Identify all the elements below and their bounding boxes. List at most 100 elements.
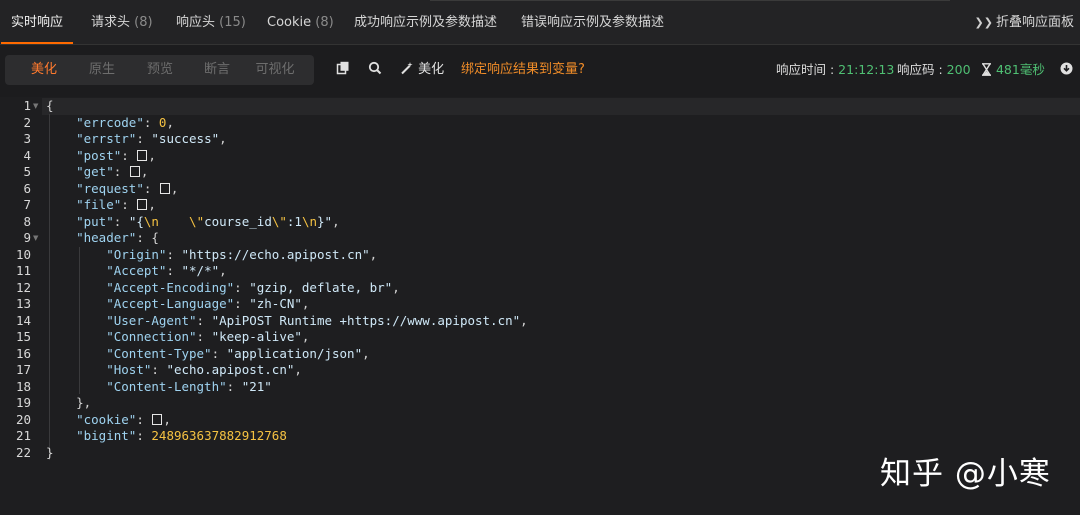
bind-response-to-variable-link[interactable]: 绑定响应结果到变量?: [461, 55, 585, 85]
line-number: 21: [15, 428, 31, 443]
json-string: "21": [241, 378, 272, 394]
code-line: "errstr": "success",: [76, 131, 227, 146]
json-string: "echo.apipost.cn": [166, 362, 295, 377]
code-line: "Connection": "keep-alive",: [106, 329, 310, 344]
tab-realtime-response[interactable]: 实时响应: [0, 0, 74, 44]
tab-request-headers[interactable]: 请求头 (8): [91, 0, 153, 44]
code-line: "get": ,: [76, 164, 149, 179]
line-number: 12: [15, 279, 31, 295]
json-string: :1: [286, 213, 302, 229]
code-line: "cookie": ,: [76, 411, 171, 427]
tab-success-example[interactable]: 成功响应示例及参数描述: [354, 0, 497, 44]
empty-array-icon[interactable]: [152, 413, 163, 425]
code-line: "Accept-Language": "zh-CN",: [106, 296, 310, 311]
json-key: "put": [76, 213, 114, 229]
json-string: [159, 214, 189, 229]
tab-cookie[interactable]: Cookie (8): [267, 0, 334, 44]
code-line: "User-Agent": "ApiPOST Runtime +https://…: [106, 312, 528, 328]
collapse-panel-button[interactable]: ❯❯ 折叠响应面板: [975, 0, 1074, 44]
tab-count: (8): [315, 15, 334, 30]
tab-count: (15): [219, 15, 246, 30]
json-key: "Host": [106, 362, 152, 377]
view-mode-visualize[interactable]: 可视化: [251, 55, 299, 85]
code-line: "bigint": 248963637882912768: [76, 428, 287, 443]
copy-icon: [336, 61, 349, 75]
response-time-label: 响应时间 :: [776, 62, 839, 77]
empty-array-icon[interactable]: [137, 199, 148, 210]
line-number: 8: [23, 213, 31, 229]
escape-sequence: \": [189, 213, 205, 229]
line-number: 7: [23, 197, 31, 212]
divider: [430, 0, 950, 1]
view-mode-preview[interactable]: 预览: [139, 55, 181, 85]
json-string: }": [317, 213, 333, 229]
json-string: "success": [151, 131, 220, 146]
json-string: "{: [128, 213, 144, 229]
escape-sequence: \": [271, 213, 287, 229]
json-key: "Content-Type": [106, 345, 212, 361]
code-line: "file": ,: [76, 197, 156, 212]
json-key: "Connection": [106, 329, 197, 344]
json-string: "*/*": [181, 263, 220, 278]
empty-array-icon[interactable]: [159, 182, 170, 194]
line-number: 3: [23, 131, 31, 146]
json-key: "Accept-Language": [106, 296, 235, 311]
line-number: 20: [15, 411, 31, 427]
code-line: "Host": "echo.apipost.cn",: [106, 362, 302, 377]
fold-toggle[interactable]: ▼: [33, 98, 38, 115]
download-button[interactable]: [1060, 55, 1073, 85]
line-number: 14: [15, 312, 31, 328]
line-number: 4: [23, 147, 31, 163]
collapse-label: 折叠响应面板: [995, 15, 1074, 30]
view-mode-switch: 美化 原生 预览 断言 可视化: [5, 55, 314, 85]
json-number: 248963637882912768: [151, 428, 287, 443]
line-number-gutter: 1 2 3 4 5 6 7 8 9 10 11 12 13 14 15 16 1…: [0, 97, 42, 515]
view-mode-assert[interactable]: 断言: [196, 55, 238, 85]
line-number: 15: [15, 329, 31, 344]
empty-array-icon[interactable]: [137, 149, 148, 161]
tab-label: 实时响应: [11, 15, 64, 30]
watermark: 知乎 @小寒: [880, 456, 1051, 492]
tab-count: (8): [134, 15, 153, 30]
code-line: "request": ,: [76, 180, 179, 196]
json-key: "get": [76, 164, 114, 179]
view-mode-raw[interactable]: 原生: [81, 55, 123, 85]
json-string: course_id: [204, 213, 272, 229]
json-key: "cookie": [76, 411, 137, 427]
tab-label: Cookie: [267, 15, 312, 30]
code-line: {: [46, 98, 54, 113]
code-line: "post": ,: [76, 147, 156, 163]
copy-button[interactable]: [336, 55, 350, 85]
json-key: "bigint": [76, 428, 137, 443]
json-key: "Accept": [106, 263, 167, 278]
line-number: 9: [23, 230, 31, 245]
response-code-label: 响应码 :: [897, 62, 947, 77]
json-key: "post": [76, 147, 122, 163]
escape-sequence: \n: [301, 213, 318, 229]
line-number: 16: [15, 345, 31, 361]
tab-response-headers[interactable]: 响应头 (15): [176, 0, 246, 44]
search-icon: [368, 61, 382, 75]
magic-wand-icon: [401, 62, 413, 75]
line-number: 18: [15, 378, 31, 394]
beautify-button[interactable]: 美化: [400, 55, 444, 85]
download-icon: [1060, 62, 1073, 75]
tab-label: 成功响应示例及参数描述: [354, 15, 498, 30]
code-line: },: [76, 395, 92, 410]
json-string: "application/json": [226, 345, 363, 361]
code-line: "Accept": "*/*",: [106, 263, 227, 278]
tab-label: 错误响应示例及参数描述: [521, 15, 665, 30]
json-string: "https://echo.apipost.cn": [181, 246, 370, 262]
json-key: "Content-Length": [106, 378, 227, 394]
fold-toggle[interactable]: ▼: [33, 230, 38, 247]
code-line: "Origin": "https://echo.apipost.cn",: [106, 246, 378, 262]
tab-label: 响应头: [176, 15, 216, 30]
tab-error-example[interactable]: 错误响应示例及参数描述: [521, 0, 664, 44]
json-key: "Accept-Encoding": [106, 279, 235, 295]
view-mode-beautify[interactable]: 美化: [23, 55, 65, 85]
empty-array-icon[interactable]: [129, 166, 140, 177]
search-button[interactable]: [368, 55, 382, 85]
code-line: "put": "{\n \"course_id\":1\n}",: [76, 213, 340, 229]
response-time-value: 21:12:13: [838, 62, 895, 77]
beautify-label: 美化: [418, 62, 445, 77]
